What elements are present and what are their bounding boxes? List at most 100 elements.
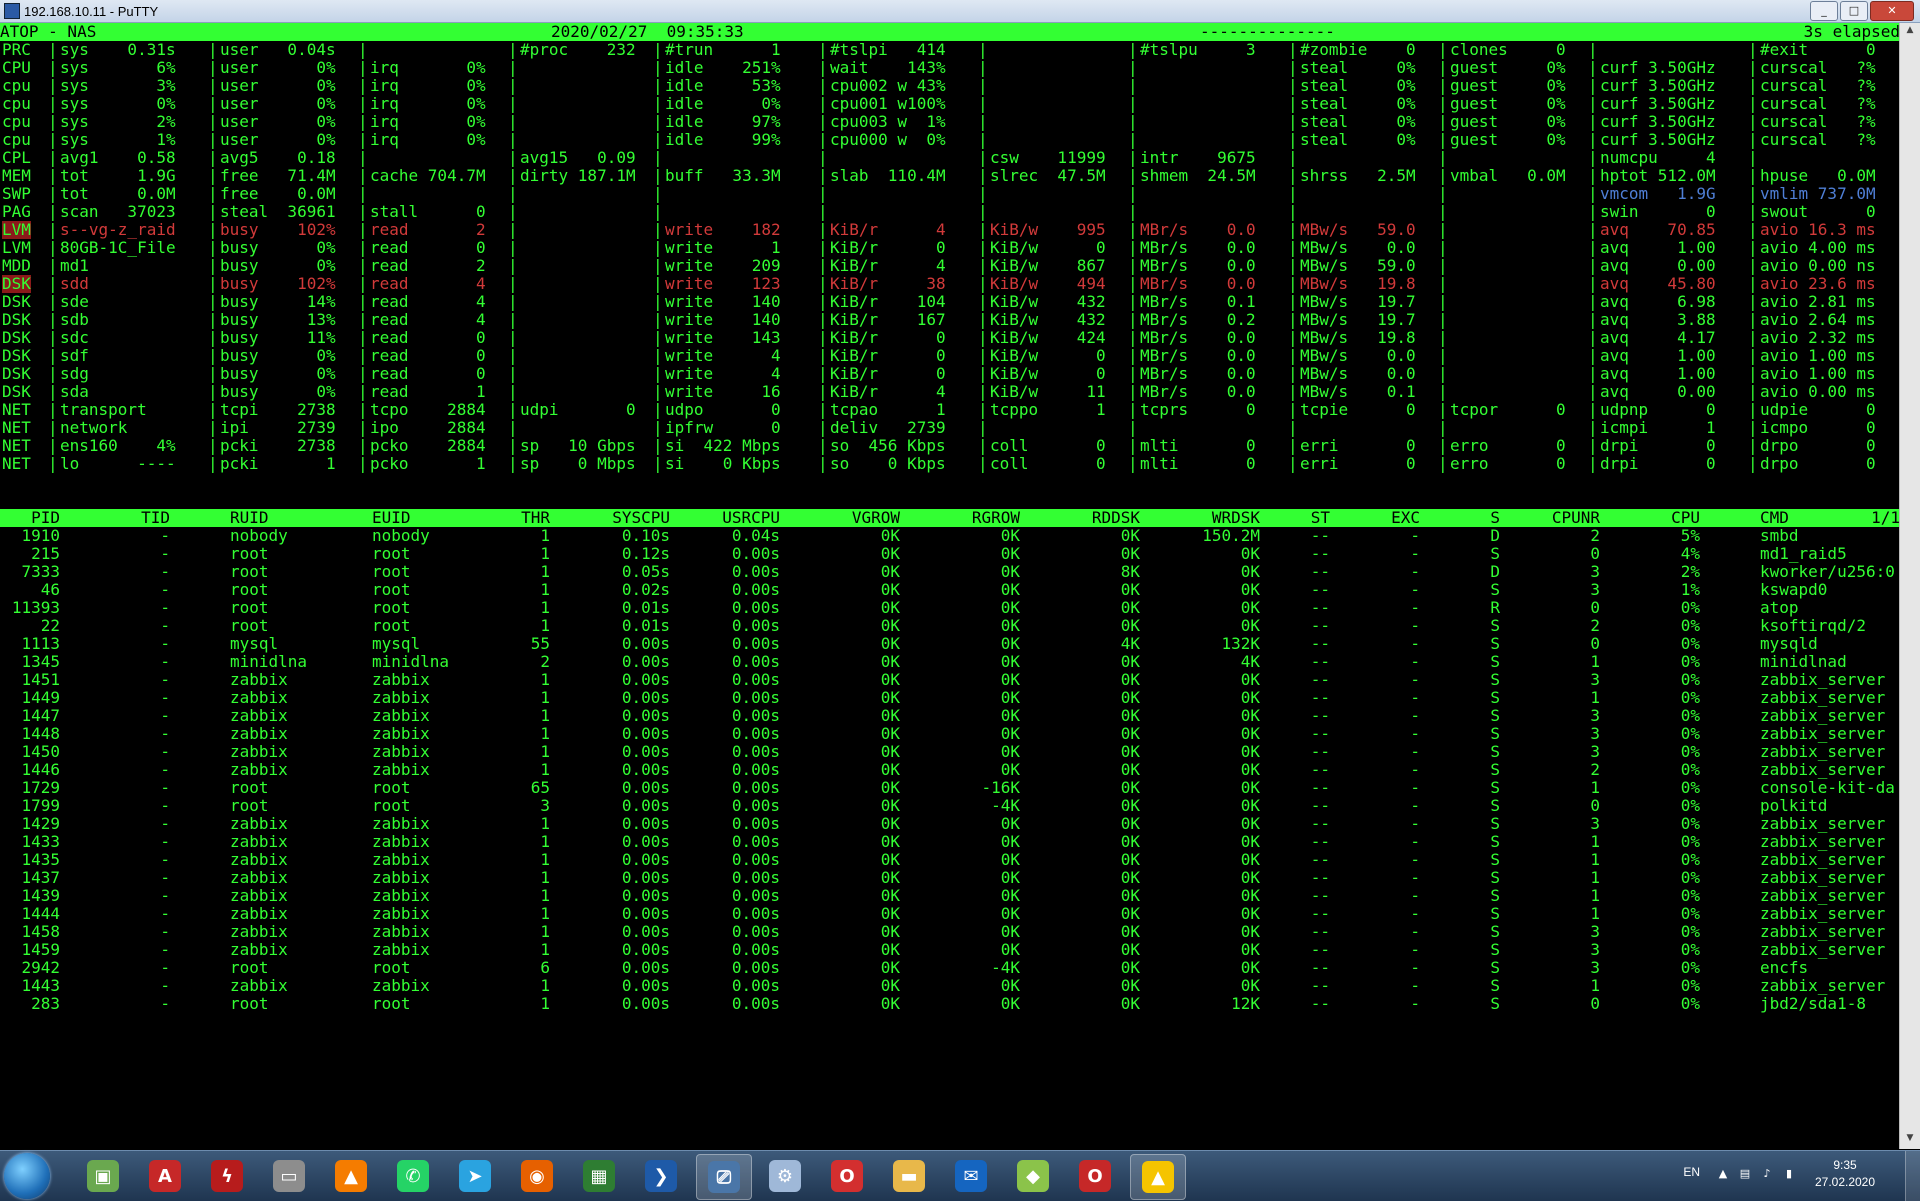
process-row[interactable]: 2942- root root 6 0.00s 0.00s 0K -4K 0K 0K -- - S 3 0%…	[0, 959, 1900, 977]
taskbar-app[interactable]: A	[138, 1154, 192, 1198]
battery-icon[interactable]: ▮	[1782, 1167, 1796, 1181]
taskbar-app[interactable]: ϟ	[200, 1154, 254, 1198]
column-separator: |	[818, 40, 828, 59]
column-separator: |	[1288, 184, 1298, 203]
taskbar-app[interactable]: ▦	[572, 1154, 626, 1198]
taskbar-app[interactable]: ➤	[448, 1154, 502, 1198]
column-header-pid: PID	[31, 508, 60, 527]
process-cell-exc: -	[1410, 760, 1420, 779]
process-row[interactable]: 1459- zabbix zabbix 1 0.00s 0.00s 0K 0K 0K 0K -- - S…	[0, 941, 1900, 959]
process-cell-exc: -	[1410, 652, 1420, 671]
language-indicator[interactable]: EN	[1683, 1165, 1700, 1179]
process-row[interactable]: 215- root root 1 0.12s 0.00s 0K 0K 0K 0K -- - S 0 4% md…	[0, 545, 1900, 563]
column-separator: |	[358, 292, 368, 311]
taskbar-app[interactable]: ▣	[76, 1154, 130, 1198]
taskbar-app[interactable]: ▭	[262, 1154, 316, 1198]
network-icon[interactable]: ▤	[1738, 1167, 1752, 1181]
process-row[interactable]: 22- root root 1 0.01s 0.00s 0K 0K 0K 0K -- - S 2 0% kso…	[0, 617, 1900, 635]
process-cell-euid: root	[372, 616, 411, 635]
taskbar-app[interactable]: ✆	[386, 1154, 440, 1198]
process-cell-s: D	[1490, 526, 1500, 545]
process-row[interactable]: 1446- zabbix zabbix 1 0.00s 0.00s 0K 0K 0K 0K -- - S…	[0, 761, 1900, 779]
process-cell-pid: 11393	[11, 598, 60, 617]
column-separator: |	[358, 40, 368, 59]
volume-icon[interactable]: ♪	[1760, 1167, 1774, 1181]
taskbar-app[interactable]: O	[820, 1154, 874, 1198]
process-row[interactable]: 1451- zabbix zabbix 1 0.00s 0.00s 0K 0K 0K 0K -- - S…	[0, 671, 1900, 689]
taskbar-app[interactable]: ✉	[944, 1154, 998, 1198]
stat-row-net: NET | | | | | | | | | | | | network ipi 2739 ipo 2884 ip…	[0, 419, 1900, 437]
process-row[interactable]: 1450- zabbix zabbix 1 0.00s 0.00s 0K 0K 0K 0K -- - S…	[0, 743, 1900, 761]
process-row[interactable]: 1429- zabbix zabbix 1 0.00s 0.00s 0K 0K 0K 0K -- - S…	[0, 815, 1900, 833]
stat-cell: irq 0%	[370, 130, 486, 149]
show-desktop-button[interactable]	[1905, 1151, 1920, 1201]
minimize-button[interactable]: _	[1810, 1, 1838, 21]
column-separator: |	[1748, 436, 1758, 455]
process-row[interactable]: 1437- zabbix zabbix 1 0.00s 0.00s 0K 0K 0K 0K -- - S…	[0, 869, 1900, 887]
taskbar-app[interactable]: ◆	[1006, 1154, 1060, 1198]
column-separator: |	[1748, 112, 1758, 131]
taskbar-app[interactable]: ▬	[882, 1154, 936, 1198]
column-separator: |	[1288, 166, 1298, 185]
column-separator: |	[208, 166, 218, 185]
scroll-down-icon[interactable]: ▼	[1903, 1133, 1917, 1147]
process-row[interactable]: 283- root root 1 0.00s 0.00s 0K 0K 0K 12K -- - S 0 0% j…	[0, 995, 1900, 1013]
taskbar-app[interactable]: O	[1068, 1154, 1122, 1198]
process-row[interactable]: 1113- mysql mysql 55 0.00s 0.00s 0K 0K 4K 132K -- -…	[0, 635, 1900, 653]
taskbar-app[interactable]: ⚙	[758, 1154, 812, 1198]
process-row[interactable]: 1443- zabbix zabbix 1 0.00s 0.00s 0K 0K 0K 0K -- - S…	[0, 977, 1900, 995]
stat-cell: KiB/w 0	[990, 238, 1106, 257]
column-separator: |	[1748, 400, 1758, 419]
process-cell-cpu: 0%	[1680, 760, 1700, 779]
process-cell-tid: -	[160, 868, 170, 887]
process-row[interactable]: 1448- zabbix zabbix 1 0.00s 0.00s 0K 0K 0K 0K -- - S…	[0, 725, 1900, 743]
process-cell-tid: -	[160, 544, 170, 563]
process-row[interactable]: 1729- root root 65 0.00s 0.00s 0K -16K 0K 0K -- - S 1…	[0, 779, 1900, 797]
taskbar-app[interactable]: ▲	[1130, 1154, 1186, 1200]
terminal-scrollbar[interactable]: ▲ ▼	[1899, 23, 1920, 1149]
process-row[interactable]: 1345 - minidlna minidlna 2 0.00s 0.00s 0K 0K 0K 4K…	[0, 653, 1900, 671]
process-row[interactable]: 11393- root root 1 0.01s 0.00s 0K 0K 0K 0K -- - R 0 0%…	[0, 599, 1900, 617]
taskbar-app[interactable]: ❯	[634, 1154, 688, 1198]
process-cell-tid: -	[160, 688, 170, 707]
process-cell-usrcpu: 0.00s	[731, 922, 780, 941]
column-header-exc: EXC	[1391, 508, 1420, 527]
clock[interactable]: 9:35 27.02.2020	[1810, 1157, 1880, 1191]
process-cell-s: R	[1490, 598, 1500, 617]
process-row[interactable]: 1910 - nobody nobody 1 0.10s 0.04s 0K 0K 0K 150.2M…	[0, 527, 1900, 545]
process-cell-rgrow: 0K	[1000, 976, 1020, 995]
process-row[interactable]: 1435- zabbix zabbix 1 0.00s 0.00s 0K 0K 0K 0K -- - S…	[0, 851, 1900, 869]
process-row[interactable]: 7333- root root 1 0.05s 0.00s 0K 0K 8K 0K -- - D 3 2% k…	[0, 563, 1900, 581]
close-button[interactable]: ✕	[1870, 1, 1914, 21]
process-row[interactable]: 46- root root 1 0.02s 0.00s 0K 0K 0K 0K -- - S 3 1% ksw…	[0, 581, 1900, 599]
column-separator: |	[653, 166, 663, 185]
process-row[interactable]: 1458- zabbix zabbix 1 0.00s 0.00s 0K 0K 0K 0K -- - S…	[0, 923, 1900, 941]
process-row[interactable]: 1799- root root 3 0.00s 0.00s 0K -4K 0K 0K -- - S 0 0%…	[0, 797, 1900, 815]
taskbar-app[interactable]: ⎚	[696, 1154, 752, 1200]
stat-row-net: NET | | | | | | | | | | | | transport tcpi 2738 tcpo 28…	[0, 401, 1900, 419]
scroll-up-icon[interactable]: ▲	[1903, 25, 1917, 39]
process-row[interactable]: 1447- zabbix zabbix 1 0.00s 0.00s 0K 0K 0K 0K -- - S…	[0, 707, 1900, 725]
column-separator: |	[1588, 382, 1598, 401]
process-row[interactable]: 1449- zabbix zabbix 1 0.00s 0.00s 0K 0K 0K 0K -- - S…	[0, 689, 1900, 707]
maximize-button[interactable]: □	[1840, 1, 1868, 21]
process-row[interactable]: 1439- zabbix zabbix 1 0.00s 0.00s 0K 0K 0K 0K -- - S…	[0, 887, 1900, 905]
taskbar-app[interactable]: ◉	[510, 1154, 564, 1198]
process-row[interactable]: 1444- zabbix zabbix 1 0.00s 0.00s 0K 0K 0K 0K -- - S…	[0, 905, 1900, 923]
process-cell-syscpu: 0.00s	[621, 868, 670, 887]
stat-label: SWP	[2, 184, 31, 203]
stat-cell: #trun 1	[665, 40, 781, 59]
process-row[interactable]: 1433- zabbix zabbix 1 0.00s 0.00s 0K 0K 0K 0K -- - S…	[0, 833, 1900, 851]
putty-app-icon[interactable]	[4, 3, 20, 19]
tray-expand-icon[interactable]: ▲	[1716, 1167, 1730, 1181]
process-cell-cpunr: 3	[1590, 742, 1600, 761]
stat-row-dsk: DSK | | | | | | | | | | | | sdg busy 0% read 0 write 4 Ki…	[0, 365, 1900, 383]
taskbar-app[interactable]: ▲	[324, 1154, 378, 1198]
terminal-area[interactable]: ATOP - NAS 2020/02/27 09:35:33 ---------…	[0, 23, 1900, 1149]
process-cell-euid: zabbix	[372, 940, 430, 959]
stat-cell: avq 4.17	[1600, 328, 1716, 347]
whatsapp-icon: ✆	[397, 1160, 429, 1192]
process-cell-s: S	[1490, 796, 1500, 815]
start-button[interactable]	[4, 1153, 50, 1199]
column-separator: |	[358, 202, 368, 221]
